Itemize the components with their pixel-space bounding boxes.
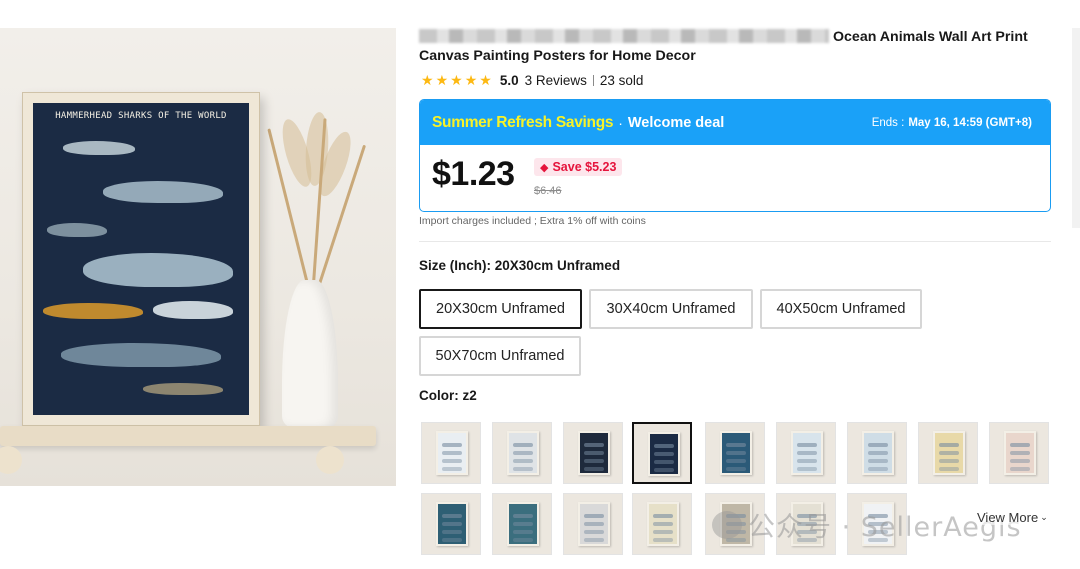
rating-value: 5.0 bbox=[499, 72, 519, 88]
shark-illustration bbox=[47, 223, 107, 237]
import-note: Import charges included ; Extra 1% off w… bbox=[419, 215, 646, 227]
star-icon: ★ bbox=[450, 72, 463, 88]
size-option-30x40[interactable]: 30X40cm Unframed bbox=[589, 289, 753, 329]
swatch-thumbnail bbox=[436, 502, 468, 546]
swatch-thumbnail bbox=[436, 431, 468, 475]
shark-illustration bbox=[83, 253, 233, 287]
swatch-thumbnail bbox=[647, 502, 679, 546]
save-badge: ◆ Save $5.23 bbox=[534, 158, 623, 176]
deal-separator: · bbox=[618, 114, 623, 131]
deal-ends: Ends : May 16, 14:59 (GMT+8) bbox=[872, 117, 1032, 129]
chevron-down-icon: ⌄ bbox=[1040, 512, 1048, 522]
color-swatch[interactable] bbox=[421, 493, 481, 555]
price-area: $1.23 ◆ Save $5.23 $6.46 bbox=[420, 145, 1050, 211]
size-label: Size (Inch): 20X30cm Unframed bbox=[419, 258, 621, 273]
shelf-peg bbox=[316, 446, 344, 474]
deal-card: Summer Refresh Savings · Welcome deal En… bbox=[419, 99, 1051, 212]
shelf-peg bbox=[0, 446, 22, 474]
divider bbox=[592, 74, 594, 86]
wechat-logo-icon bbox=[712, 510, 742, 539]
deal-subtitle: Welcome deal bbox=[627, 114, 725, 131]
deal-ends-label: Ends : bbox=[871, 116, 905, 129]
swatch-thumbnail bbox=[1004, 431, 1036, 475]
color-swatch[interactable] bbox=[918, 422, 978, 484]
color-swatch[interactable] bbox=[421, 422, 481, 484]
poster-artwork: HAMMERHEAD SHARKS OF THE WORLD bbox=[33, 103, 249, 415]
color-swatch[interactable] bbox=[847, 422, 907, 484]
save-amount: Save $5.23 bbox=[552, 160, 617, 174]
size-option-40x50[interactable]: 40X50cm Unframed bbox=[760, 289, 922, 329]
swatch-thumbnail bbox=[507, 502, 539, 546]
swatch-thumbnail bbox=[791, 431, 823, 475]
shark-illustration bbox=[143, 383, 223, 395]
swatch-thumbnail bbox=[862, 431, 894, 475]
star-icon: ★ bbox=[421, 72, 434, 88]
deal-name: Summer Refresh Savings bbox=[432, 113, 614, 131]
shark-illustration bbox=[153, 301, 233, 319]
color-swatch[interactable] bbox=[632, 493, 692, 555]
size-option-50x70[interactable]: 50X70cm Unframed bbox=[419, 336, 581, 376]
view-more-link[interactable]: View More ⌄ bbox=[977, 510, 1048, 525]
shark-illustration bbox=[43, 303, 143, 319]
poster-frame: HAMMERHEAD SHARKS OF THE WORLD bbox=[22, 92, 260, 426]
shark-illustration bbox=[103, 181, 223, 203]
current-price: $1.23 bbox=[432, 155, 515, 193]
shark-illustration bbox=[61, 343, 221, 367]
product-title: Ocean Animals Wall Art Print Canvas Pain… bbox=[419, 28, 1049, 66]
sold-count: 23 sold bbox=[599, 72, 644, 88]
color-label: Color: z2 bbox=[419, 388, 477, 403]
color-swatch[interactable] bbox=[705, 422, 765, 484]
poster-title: HAMMERHEAD SHARKS OF THE WORLD bbox=[55, 111, 227, 121]
color-swatch[interactable] bbox=[632, 422, 692, 484]
reviews-link[interactable]: 3 Reviews bbox=[525, 73, 587, 88]
swatch-thumbnail bbox=[507, 431, 539, 475]
shark-illustration bbox=[63, 141, 135, 155]
original-price: $6.46 bbox=[534, 185, 562, 197]
redacted-title-segment bbox=[419, 29, 829, 43]
swatch-thumbnail bbox=[933, 431, 965, 475]
rating-row: ★ ★ ★ ★ ★ 5.0 3 Reviews 23 sold bbox=[421, 72, 643, 88]
size-option-20x30[interactable]: 20X30cm Unframed bbox=[419, 289, 582, 329]
star-icon: ★ bbox=[464, 72, 478, 88]
color-swatch[interactable] bbox=[492, 493, 552, 555]
shelf bbox=[0, 426, 376, 446]
color-swatch[interactable] bbox=[492, 422, 552, 484]
color-swatch[interactable] bbox=[563, 422, 623, 484]
deal-ends-date: May 16, 14:59 (GMT+8) bbox=[908, 116, 1032, 129]
color-swatch[interactable] bbox=[563, 493, 623, 555]
section-divider bbox=[419, 241, 1051, 242]
watermark: 公众号 · SellerAegis bbox=[712, 505, 1022, 544]
swatch-thumbnail bbox=[648, 432, 680, 476]
vase bbox=[282, 280, 338, 428]
tag-icon: ◆ bbox=[540, 161, 549, 174]
color-swatch[interactable] bbox=[989, 422, 1049, 484]
swatch-thumbnail bbox=[578, 502, 610, 546]
color-swatch[interactable] bbox=[776, 422, 836, 484]
view-more-label: View More bbox=[977, 510, 1039, 525]
star-rating: ★ ★ ★ ★ ★ bbox=[421, 72, 492, 88]
product-main-image[interactable]: HAMMERHEAD SHARKS OF THE WORLD bbox=[0, 28, 396, 486]
star-icon: ★ bbox=[435, 72, 449, 88]
star-icon: ★ bbox=[479, 72, 492, 88]
deal-banner: Summer Refresh Savings · Welcome deal En… bbox=[420, 100, 1050, 145]
swatch-thumbnail bbox=[578, 431, 610, 475]
swatch-thumbnail bbox=[720, 431, 752, 475]
page-edge bbox=[1072, 28, 1080, 228]
